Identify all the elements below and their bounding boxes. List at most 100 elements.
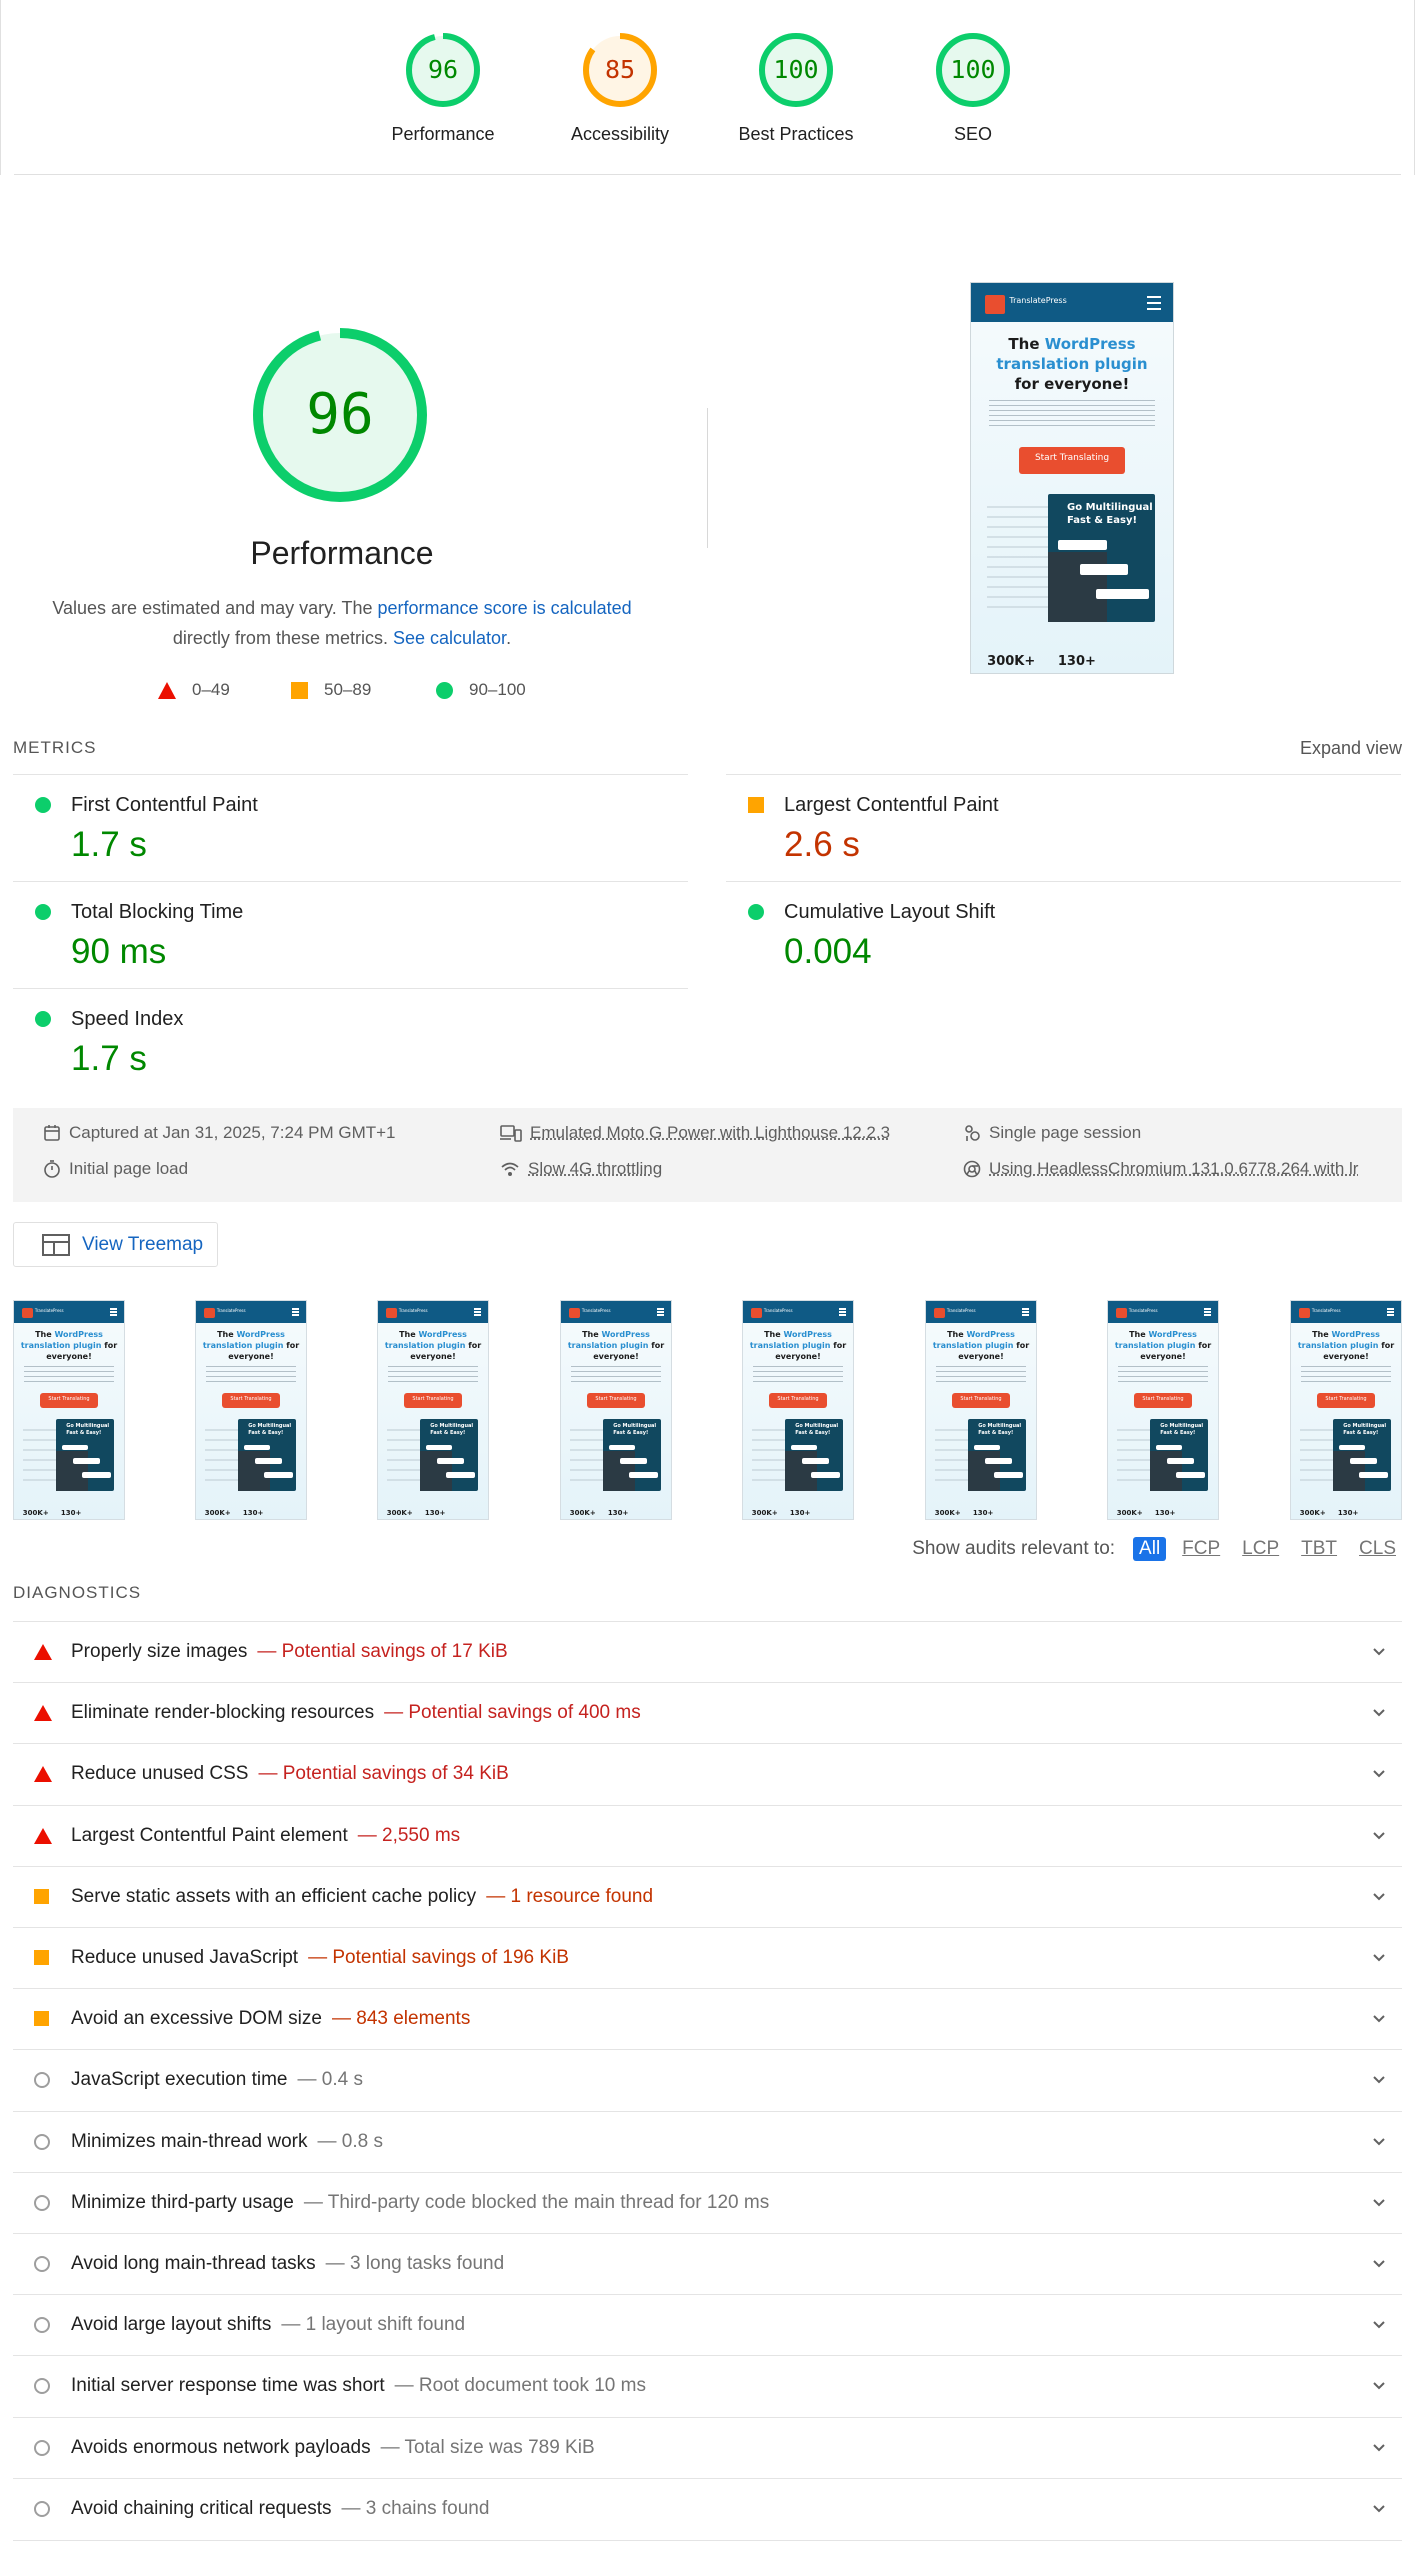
- audit-row[interactable]: Avoid large layout shifts — 1 layout shif…: [13, 2294, 1402, 2355]
- desc-text: directly from these metrics.: [172, 628, 393, 648]
- chevron-down-icon[interactable]: [1370, 1642, 1388, 1660]
- audit-name: Avoids enormous network payloads: [71, 2436, 371, 2458]
- chevron-down-icon[interactable]: [1370, 1948, 1388, 1966]
- site-headline: The WordPress translation plugin for eve…: [385, 1329, 482, 1362]
- gauge-score: 100: [950, 55, 996, 84]
- filter-chip-all[interactable]: All: [1133, 1537, 1167, 1561]
- chevron-down-icon[interactable]: [1370, 1826, 1388, 1844]
- headline-highlight: WordPress translation plugin: [567, 1330, 650, 1351]
- logo-icon: [21, 1307, 33, 1319]
- chevron-down-icon[interactable]: [1370, 2070, 1388, 2088]
- filter-chip-tbt[interactable]: TBT: [1295, 1537, 1343, 1561]
- card-pill: [255, 1458, 282, 1465]
- audit-row[interactable]: Serve static assets with an efficient ca…: [13, 1865, 1402, 1927]
- gauge-label: Accessibility: [570, 124, 670, 144]
- gauge-best-practices[interactable]: 100 Best Practices: [701, 30, 891, 145]
- headline-part: The: [582, 1330, 602, 1340]
- metric-value: 90 ms: [71, 932, 167, 971]
- gauge-accessibility[interactable]: 85 Accessibility: [525, 30, 715, 145]
- audit-detail-text: Third-party code blocked the main thread…: [327, 2191, 770, 2213]
- card-pill: [1058, 539, 1107, 551]
- audit-row[interactable]: Minimize third-party usage — Third-party …: [13, 2171, 1402, 2233]
- env-browser: Using HeadlessChromium 131.0.6778.264 wi…: [963, 1159, 1358, 1179]
- audit-title: Avoids enormous network payloads — Total …: [71, 2437, 595, 2459]
- audit-row[interactable]: Avoids enormous network payloads — Total …: [13, 2416, 1402, 2478]
- chevron-down-icon[interactable]: [1370, 2132, 1388, 2150]
- filter-chip-fcp[interactable]: FCP: [1176, 1537, 1226, 1561]
- site-stats: 300K+ 130+: [1299, 1508, 1359, 1517]
- chevron-down-icon[interactable]: [1370, 1887, 1388, 1905]
- site-card: Go Multilingual Fast & Easy!: [55, 1418, 115, 1491]
- chevron-down-icon[interactable]: [1370, 1703, 1388, 1721]
- view-treemap-button[interactable]: View Treemap: [13, 1222, 218, 1267]
- audit-name: Properly size images: [71, 1641, 248, 1662]
- audit-title: Avoid chaining critical requests — 3 chai…: [71, 2498, 489, 2520]
- legend-fail: 0–49: [158, 680, 230, 700]
- headline-highlight: WordPress translation plugin: [202, 1330, 285, 1351]
- audit-title: Minimize third-party usage — Third-party …: [71, 2192, 769, 2214]
- devices-icon: [500, 1125, 522, 1142]
- audit-row[interactable]: Properly size images — Potential savings …: [13, 1621, 1402, 1682]
- filmstrip-screenshot: TranslatePress The WordPress translation…: [561, 1301, 671, 1519]
- audit-row[interactable]: Eliminate render-blocking resources — Pot…: [13, 1682, 1402, 1743]
- audit-row[interactable]: Reduce unused JavaScript — Potential savi…: [13, 1927, 1402, 1988]
- chromium-icon: [963, 1160, 981, 1178]
- audit-row[interactable]: Avoid chaining critical requests — 3 chai…: [13, 2477, 1402, 2539]
- audit-title: Properly size images — Potential savings …: [71, 1641, 508, 1663]
- see-calculator-link[interactable]: See calculator: [393, 628, 506, 648]
- audit-row[interactable]: Minimizes main-thread work — 0.8 s: [13, 2110, 1402, 2172]
- category-gauges: 96 Performance 85 Accessibility 100 Best…: [0, 0, 1415, 175]
- info-circle-icon: [34, 2439, 50, 2456]
- triangle-icon: [158, 681, 176, 699]
- card-dark-area: [1332, 1451, 1365, 1491]
- audit-row[interactable]: Avoid an excessive DOM size — 843 element…: [13, 1988, 1402, 2049]
- logo-icon: [933, 1307, 945, 1319]
- filmstrip-screenshot: TranslatePress The WordPress translation…: [1108, 1301, 1218, 1519]
- site-brand: TranslatePress: [1311, 1308, 1341, 1314]
- chevron-down-icon[interactable]: [1370, 2254, 1388, 2272]
- hamburger-menu-icon: [1386, 1308, 1395, 1317]
- site-form-illustration: [386, 1420, 420, 1487]
- audit-title: Eliminate render-blocking resources — Pot…: [71, 1702, 641, 1724]
- audit-detail: — Potential savings of 400 ms: [384, 1702, 641, 1724]
- site-cta: Start Translating: [404, 1392, 462, 1408]
- chevron-down-icon[interactable]: [1370, 2376, 1388, 2394]
- env-session: Single page session: [963, 1123, 1141, 1143]
- calendar-icon: [44, 1125, 60, 1141]
- filter-chip-cls[interactable]: CLS: [1353, 1537, 1402, 1561]
- metric-value: 2.6 s: [784, 825, 860, 864]
- audit-detail: — Potential savings of 34 KiB: [258, 1763, 509, 1785]
- filmstrip-screenshot: TranslatePress The WordPress translation…: [926, 1301, 1036, 1519]
- card-pill: [1079, 564, 1129, 575]
- chevron-down-icon[interactable]: [1370, 2009, 1388, 2027]
- score-calculated-link[interactable]: performance score is calculated: [378, 598, 632, 618]
- chevron-down-icon[interactable]: [1370, 2438, 1388, 2456]
- env-device: Emulated Moto G Power with Lighthouse 12…: [500, 1123, 890, 1143]
- audit-row[interactable]: Largest Contentful Paint element — 2,550 …: [13, 1804, 1402, 1866]
- headline-highlight: WordPress translation plugin: [1297, 1330, 1380, 1351]
- metric-value: 0.004: [784, 932, 872, 971]
- gauge-performance[interactable]: 96 Performance: [348, 30, 538, 145]
- logo-icon: [568, 1307, 580, 1319]
- filter-chip-lcp[interactable]: LCP: [1236, 1537, 1285, 1561]
- metric-name: Largest Contentful Paint: [784, 794, 999, 816]
- audit-row[interactable]: Initial server response time was short — …: [13, 2355, 1402, 2416]
- audit-row[interactable]: Reduce unused CSS — Potential savings of …: [13, 1743, 1402, 1804]
- chevron-down-icon[interactable]: [1370, 2315, 1388, 2333]
- metric-name: Total Blocking Time: [71, 901, 244, 923]
- expand-view-toggle[interactable]: Expand view: [1300, 738, 1402, 759]
- card-pill: [802, 1458, 829, 1465]
- chevron-down-icon[interactable]: [1370, 1764, 1388, 1782]
- chevron-down-icon[interactable]: [1370, 2499, 1388, 2517]
- filmstrip-screenshot: TranslatePress The WordPress translation…: [378, 1301, 488, 1519]
- gauge-seo[interactable]: 100 SEO: [878, 30, 1068, 145]
- treemap-icon: [42, 1233, 70, 1256]
- final-screenshot[interactable]: TranslatePress The WordPress translation…: [970, 282, 1174, 674]
- audit-row[interactable]: JavaScript execution time — 0.4 s: [13, 2049, 1402, 2110]
- site-brand: TranslatePress: [763, 1308, 793, 1314]
- info-circle-icon: [34, 2072, 50, 2089]
- chevron-down-icon[interactable]: [1370, 2193, 1388, 2211]
- audit-name: Reduce unused JavaScript: [71, 1947, 299, 1968]
- audit-row[interactable]: Avoid long main-thread tasks — 3 long tas…: [13, 2233, 1402, 2294]
- audit-detail: — 2,550 ms: [357, 1824, 461, 1846]
